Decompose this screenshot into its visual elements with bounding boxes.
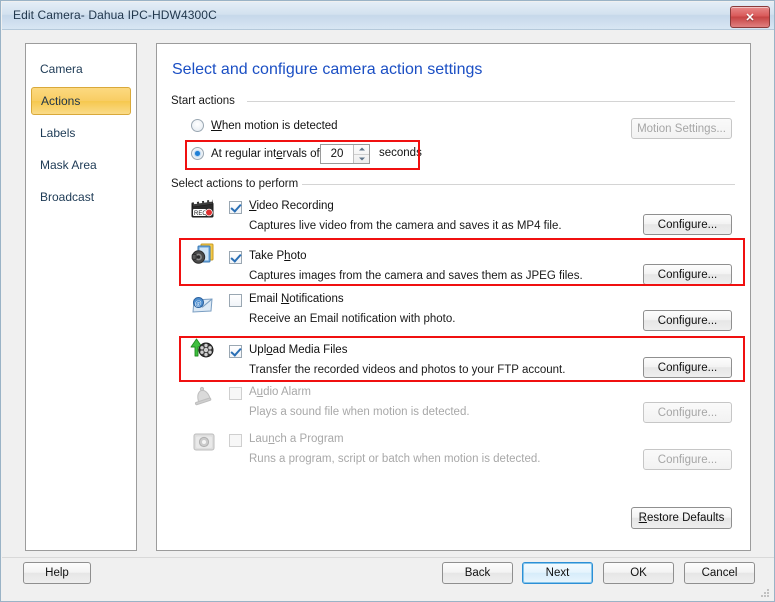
- configure-button-upload-media-files[interactable]: Configure...: [643, 357, 732, 378]
- sidebar-item-actions[interactable]: Actions: [31, 87, 131, 115]
- action-desc-upload-media-files: Transfer the recorded videos and photos …: [249, 364, 566, 376]
- actions-group-divider: [293, 184, 735, 185]
- close-icon: ✕: [745, 11, 755, 24]
- action-title-upload-media-files: Upload Media Files: [249, 344, 348, 356]
- actions-panel: Select and configure camera action setti…: [156, 43, 751, 551]
- radio-indicator: [191, 147, 204, 160]
- help-label: Help: [45, 567, 69, 579]
- action-title-take-photo: Take Photo: [249, 250, 307, 262]
- svg-text:@: @: [195, 298, 202, 307]
- configure-button-video-recording[interactable]: Configure...: [643, 214, 732, 235]
- next-label: Next: [545, 567, 570, 579]
- action-title-audio-alarm: Audio Alarm: [249, 386, 312, 398]
- radio-at-regular-intervals[interactable]: At regular intervals of: [191, 147, 320, 160]
- settings-sidebar: Camera Actions Labels Mask Area Broadcas…: [25, 43, 137, 551]
- restore-defaults-button[interactable]: Restore Defaults: [631, 507, 732, 529]
- next-button[interactable]: Next: [522, 562, 593, 584]
- configure-label: Configure...: [657, 361, 718, 374]
- interval-seconds-stepper[interactable]: 20: [320, 144, 370, 164]
- radio-label: At regular intervals of: [211, 147, 320, 160]
- configure-button-email-notifications[interactable]: Configure...: [643, 310, 732, 331]
- sidebar-item-label: Labels: [40, 126, 76, 140]
- action-desc-audio-alarm: Plays a sound file when motion is detect…: [249, 406, 470, 418]
- action-desc-video-recording: Captures live video from the camera and …: [249, 220, 562, 232]
- cancel-label: Cancel: [701, 567, 738, 579]
- checkbox-video-recording[interactable]: [229, 201, 242, 214]
- resize-grip-icon[interactable]: [758, 586, 770, 598]
- radio-when-motion-detected[interactable]: When motion is detected: [191, 119, 338, 132]
- stepper-up-icon[interactable]: [354, 145, 369, 154]
- page-title: Select and configure camera action setti…: [172, 61, 483, 78]
- title-bar: Edit Camera- Dahua IPC-HDW4300C ✕: [2, 2, 774, 30]
- radio-indicator: [191, 119, 204, 132]
- configure-button-launch-program[interactable]: Configure...: [643, 449, 732, 470]
- configure-label: Configure...: [657, 406, 718, 419]
- back-button[interactable]: Back: [442, 562, 513, 584]
- ok-button[interactable]: OK: [603, 562, 674, 584]
- sidebar-item-mask-area[interactable]: Mask Area: [31, 151, 131, 179]
- action-title-video-recording: Video Recording: [249, 200, 334, 212]
- motion-settings-label: Motion Settings...: [637, 122, 726, 135]
- action-desc-take-photo: Captures images from the camera and save…: [249, 270, 583, 282]
- stepper-down-icon[interactable]: [354, 153, 369, 164]
- sidebar-item-broadcast[interactable]: Broadcast: [31, 183, 131, 211]
- checkbox-audio-alarm[interactable]: [229, 387, 242, 400]
- action-desc-email-notifications: Receive an Email notification with photo…: [249, 313, 456, 325]
- email-notifications-icon: @: [190, 293, 216, 319]
- restore-defaults-label: Restore Defaults: [638, 512, 725, 524]
- checkbox-launch-program[interactable]: [229, 434, 242, 447]
- actions-group-label: Select actions to perform: [171, 178, 303, 190]
- launch-program-icon: [192, 430, 218, 456]
- video-recording-icon: REC: [190, 197, 216, 223]
- configure-label: Configure...: [657, 268, 718, 281]
- sidebar-item-label: Mask Area: [40, 158, 97, 172]
- start-actions-group-label: Start actions: [171, 95, 239, 107]
- window-title: Edit Camera- Dahua IPC-HDW4300C: [13, 8, 217, 22]
- sidebar-item-labels[interactable]: Labels: [31, 119, 131, 147]
- sidebar-item-label: Broadcast: [40, 190, 95, 204]
- audio-alarm-icon: [190, 383, 216, 409]
- sidebar-item-camera[interactable]: Camera: [31, 55, 131, 83]
- close-button[interactable]: ✕: [730, 6, 770, 28]
- ok-label: OK: [630, 567, 647, 579]
- configure-label: Configure...: [657, 218, 718, 231]
- sidebar-item-label: Actions: [41, 94, 81, 108]
- edit-camera-dialog: Edit Camera- Dahua IPC-HDW4300C ✕ Camera…: [0, 0, 775, 602]
- checkbox-upload-media-files[interactable]: [229, 345, 242, 358]
- checkbox-take-photo[interactable]: [229, 251, 242, 264]
- checkbox-email-notifications[interactable]: [229, 294, 242, 307]
- configure-button-audio-alarm[interactable]: Configure...: [643, 402, 732, 423]
- help-button[interactable]: Help: [23, 562, 91, 584]
- configure-button-take-photo[interactable]: Configure...: [643, 264, 732, 285]
- radio-label: When motion is detected: [211, 119, 338, 132]
- stepper-buttons: [353, 145, 369, 163]
- motion-settings-button[interactable]: Motion Settings...: [631, 118, 732, 139]
- upload-media-files-icon: [188, 336, 214, 362]
- interval-value[interactable]: 20: [321, 145, 353, 163]
- action-title-launch-program: Launch a Program: [249, 433, 344, 445]
- start-actions-group-divider: [247, 101, 735, 102]
- back-label: Back: [464, 567, 491, 579]
- action-title-email-notifications: Email Notifications: [249, 293, 344, 305]
- action-desc-launch-program: Runs a program, script or batch when mot…: [249, 453, 541, 465]
- configure-label: Configure...: [657, 314, 718, 327]
- cancel-button[interactable]: Cancel: [684, 562, 755, 584]
- sidebar-item-label: Camera: [40, 62, 83, 76]
- configure-label: Configure...: [657, 453, 718, 466]
- interval-units-label: seconds: [379, 147, 422, 159]
- footer-divider: [2, 557, 774, 558]
- take-photo-icon: [190, 242, 216, 268]
